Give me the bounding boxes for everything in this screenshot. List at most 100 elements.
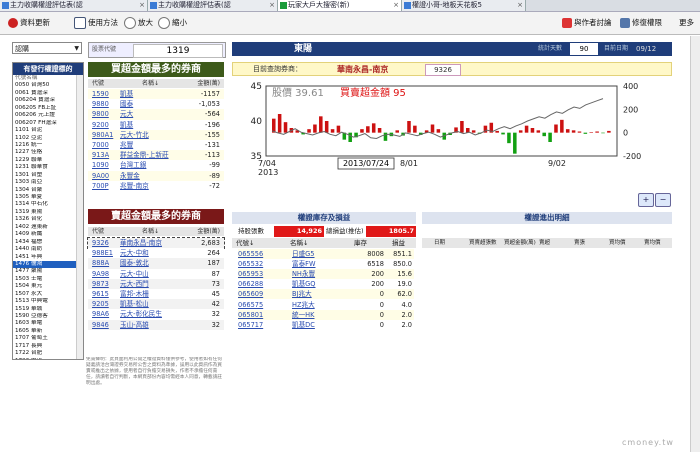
table-row[interactable]: 9846 玉山-高雄 32	[88, 319, 224, 330]
warrant-list-item[interactable]: 1603 華電	[13, 320, 83, 327]
warrant-list-item[interactable]: 1301 台塑	[13, 172, 83, 179]
close-tab-icon[interactable]: ×	[139, 0, 145, 11]
broker-name[interactable]: 華南永昌-南京	[120, 238, 188, 248]
warrant-code[interactable]: 066575	[238, 300, 263, 310]
table-row[interactable]: 9200 凱基 -196	[88, 119, 224, 130]
days-input[interactable]: 90	[570, 43, 598, 55]
warrant-list-item[interactable]: 1304 台聚	[13, 187, 83, 194]
warrant-list-item[interactable]: 1314 中石化	[13, 201, 83, 208]
warrant-list-item[interactable]: 1319 東陽	[13, 209, 83, 216]
warrant-list-item[interactable]: 1409 新纖	[13, 231, 83, 238]
table-row[interactable]: 888A 國泰-敦北 187	[88, 258, 224, 269]
table-row[interactable]: 9880 國泰 -1,053	[88, 99, 224, 110]
warrant-name[interactable]: 日盛G5	[292, 249, 315, 259]
warrant-list-item[interactable]: 006204 寶滬深	[13, 97, 83, 104]
warrant-list-item[interactable]: 1326 台化	[13, 216, 83, 223]
broker-code[interactable]: 9800	[92, 109, 120, 119]
warrant-list-item[interactable]: 1717 長興	[13, 343, 83, 350]
page-scrollbar[interactable]	[690, 36, 700, 452]
table-row[interactable]: 066288 凱基GQ 200 19.0	[238, 279, 414, 290]
warrant-type-select[interactable]: 認購 ▼	[12, 42, 82, 54]
broker-name[interactable]: 群益金鼎-上新莊	[120, 150, 188, 160]
broker-name[interactable]: 元大	[120, 109, 188, 119]
warrant-list-item[interactable]: 006206 元上證	[13, 112, 83, 119]
warrant-list-item[interactable]: 1402 遠東新	[13, 224, 83, 231]
table-row[interactable]: 065532 富泰FW 6518 850.0	[238, 259, 414, 270]
close-tab-icon[interactable]: ×	[269, 0, 275, 11]
broker-code[interactable]: 1590	[92, 89, 120, 99]
warrant-list-item[interactable]: 1216 統一	[13, 142, 83, 149]
broker-code[interactable]: 9326	[92, 238, 120, 248]
broker-name[interactable]: 兆豐	[120, 140, 188, 150]
broker-code[interactable]: 9200	[92, 120, 120, 130]
table-row[interactable]: 98A6 元大-彰化民生 32	[88, 309, 224, 320]
broker-code[interactable]: 7000	[92, 140, 120, 150]
table-row[interactable]: 9615 富邦-木柵 45	[88, 289, 224, 300]
broker-name[interactable]: 國泰-敦北	[120, 258, 188, 268]
table-row[interactable]: 9800 元大 -564	[88, 109, 224, 120]
warrant-list-item[interactable]: 0061 寶滬深	[13, 90, 83, 97]
warrant-list-item[interactable]: 1440 南紡	[13, 246, 83, 253]
warrant-list-item[interactable]: 1707 葡萄王	[13, 335, 83, 342]
broker-code[interactable]: 888A	[92, 258, 120, 268]
broker-code[interactable]: 700P	[92, 181, 120, 191]
table-row[interactable]: 1590 凱基 -1157	[88, 89, 224, 100]
warrant-name[interactable]: 富泰FW	[292, 259, 316, 269]
warrant-list-item[interactable]: 1102 亞泥	[13, 135, 83, 142]
warrant-list-scrollbar[interactable]	[76, 75, 83, 359]
broker-name[interactable]: 元大-竹北	[120, 130, 188, 140]
warrant-list-item[interactable]: 1229 聯華	[13, 157, 83, 164]
broker-name[interactable]: 永豐金	[120, 171, 188, 181]
warrant-name[interactable]: NH永豐	[292, 269, 315, 279]
warrant-list-item[interactable]: 1434 福懋	[13, 239, 83, 246]
warrant-list-item[interactable]: 1605 華新	[13, 328, 83, 335]
browser-tab-2[interactable]: 主力收購權證評估表(認 ×	[148, 0, 278, 11]
warrant-list-item[interactable]: 1519 華城	[13, 306, 83, 313]
close-tab-icon[interactable]: ×	[517, 0, 523, 11]
warrant-code[interactable]: 065532	[238, 259, 263, 269]
broker-code[interactable]: 980A1	[92, 130, 120, 140]
chart-zoom-out-button[interactable]: −	[655, 193, 671, 207]
warrant-list-item[interactable]: 1305 華夏	[13, 194, 83, 201]
broker-code[interactable]: 9615	[92, 289, 120, 299]
broker-code[interactable]: 1090	[92, 160, 120, 170]
warrant-name[interactable]: 凱基DC	[292, 320, 315, 330]
broker-code[interactable]: 9205	[92, 299, 120, 309]
table-row[interactable]: 988E1 元大-中和 264	[88, 248, 224, 259]
broker-code[interactable]: 98A6	[92, 309, 120, 319]
warrant-list-item[interactable]: 1590 亞德客	[13, 313, 83, 320]
table-row[interactable]: 065717 凱基DC 0 2.0	[238, 319, 414, 330]
broker-name[interactable]: 元大-彰化民生	[120, 309, 188, 319]
close-tab-icon[interactable]: ×	[393, 0, 399, 11]
broker-name[interactable]: 凱基	[120, 89, 188, 99]
warrant-code[interactable]: 065801	[238, 310, 263, 320]
table-row[interactable]: 9205 凱基-松山 42	[88, 299, 224, 310]
author-button[interactable]: 與作者討論	[562, 16, 612, 30]
broker-name[interactable]: 玉山-高雄	[120, 320, 188, 330]
table-row[interactable]: 066575 HZ兆大 0 4.0	[238, 299, 414, 310]
warrant-list-item[interactable]: 1451 年興	[13, 254, 83, 261]
broker-code[interactable]: 9873	[92, 279, 120, 289]
broker-name[interactable]: 兆豐-南京	[120, 181, 188, 191]
browser-tab-1[interactable]: 主力收購權證評估表(認 ×	[0, 0, 148, 11]
zoom-out-button[interactable]: 縮小	[158, 16, 187, 30]
broker-name[interactable]: 國泰	[120, 99, 188, 109]
broker-code[interactable]: 913A	[92, 150, 120, 160]
browser-tab-4[interactable]: 權證小哥-地板天花板5 ×	[402, 0, 526, 11]
broker-name[interactable]: 台灣工銀	[120, 160, 188, 170]
broker-name[interactable]: 富邦-木柵	[120, 289, 188, 299]
price-flow-chart[interactable]: 45 40 35 400 200 0 -200 股價 39.61 買賣超金額 95 7/04 8/0…	[232, 78, 672, 186]
warrant-name[interactable]: 統一HK	[292, 310, 314, 320]
stock-code-input[interactable]: 1319	[133, 44, 223, 58]
warrant-list-item[interactable]: 1477 聚陽	[13, 268, 83, 275]
table-row[interactable]: 9A98 元大-中山 87	[88, 268, 224, 279]
warrant-code[interactable]: 066288	[238, 279, 263, 289]
warrant-code[interactable]: 065556	[238, 249, 263, 259]
warrant-list-item[interactable]: 1476 儒鴻	[13, 260, 83, 269]
browser-tab-3[interactable]: 玩家大戶大搜密(新) ×	[278, 0, 402, 11]
broker-code[interactable]: 9A00	[92, 171, 120, 181]
warrant-list-item[interactable]: 1503 士電	[13, 276, 83, 283]
broker-name[interactable]: 元大-西門	[120, 279, 188, 289]
warrant-list-item[interactable]: 006205 FB上証	[13, 105, 83, 112]
warrant-code[interactable]: 065609	[238, 289, 263, 299]
